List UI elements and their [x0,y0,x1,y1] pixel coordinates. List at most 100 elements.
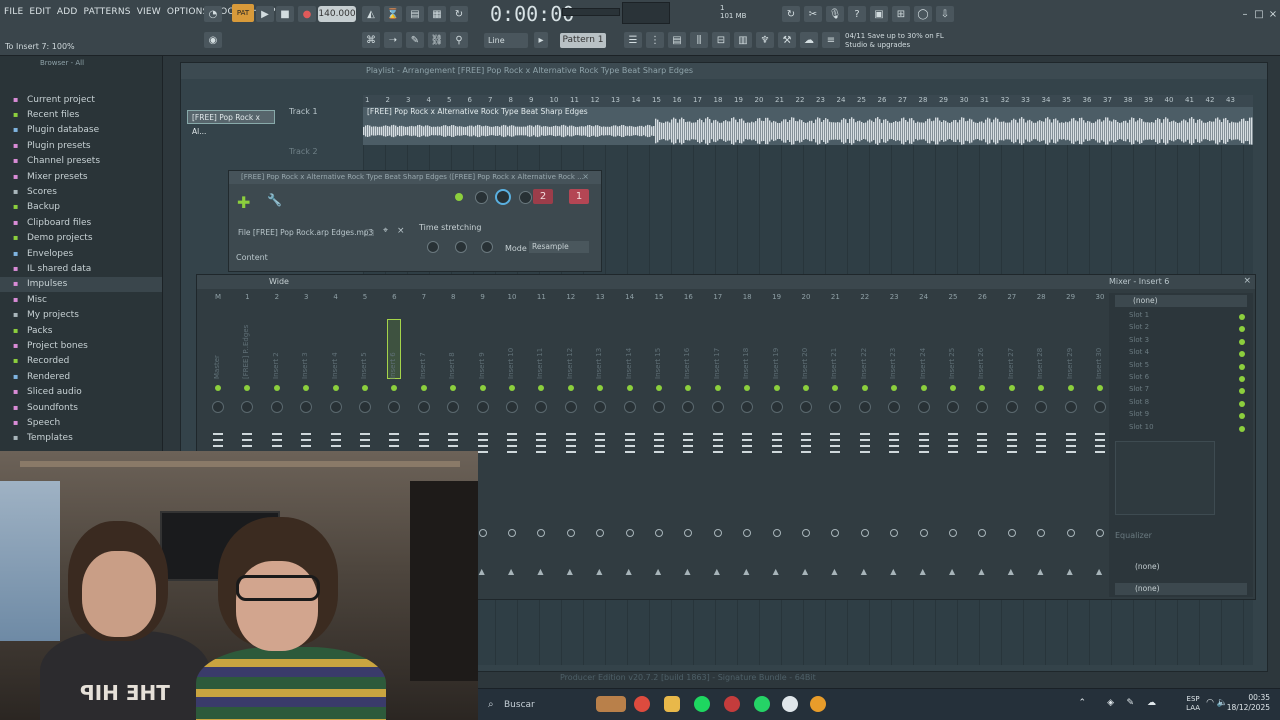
slot-enable-led[interactable] [1239,388,1245,395]
strip-pan-knob[interactable] [858,401,871,413]
strip-send-arrow-icon[interactable]: ▲ [978,567,984,576]
remove-file-icon[interactable]: × [397,226,405,236]
effect-slot[interactable]: Slot 2 [1115,323,1247,335]
strip-volume-fader[interactable] [624,433,635,457]
clip-source-tag[interactable]: [FREE] Pop Rock x Al... [187,110,275,136]
strip-send-arrow-icon[interactable]: ▲ [596,567,602,576]
strip-send-arrow-icon[interactable]: ▲ [714,567,720,576]
whatsapp-icon[interactable] [754,696,770,712]
browser-item-soundfonts[interactable]: ▪ Soundfonts [0,400,162,415]
strip-volume-fader[interactable] [1036,433,1047,457]
strip-pan-knob[interactable] [741,401,754,413]
strip-volume-fader[interactable] [565,433,576,457]
strip-volume-fader[interactable] [830,433,841,457]
master-pitch-icon[interactable]: ◔ [204,6,222,22]
channel-rack-icon[interactable]: ▤ [668,32,686,48]
slot-enable-led[interactable] [1239,400,1245,407]
strip-mute-led[interactable] [567,385,574,391]
strip-mute-led[interactable] [391,385,398,391]
strip-pan-knob[interactable] [329,401,342,413]
browser-item-current-project[interactable]: ▪ Current project [0,92,162,107]
slot-enable-led[interactable] [1239,326,1245,333]
browser-item-scores[interactable]: ▪ Scores [0,184,162,199]
effect-slot[interactable]: Slot 3 [1115,336,1247,348]
wifi-icon[interactable]: ◠ [1206,698,1214,708]
strip-mute-led[interactable] [773,385,780,391]
strip-pan-knob[interactable] [212,401,224,413]
help-icon[interactable]: ? [848,6,866,22]
menu-add[interactable]: ADD [57,7,78,17]
chat-icon[interactable]: ◯ [914,6,932,22]
mixer-strip[interactable]: 18 Insert 18 ▲ [734,293,760,593]
mixer-track-selector-b[interactable]: 1 [569,189,589,204]
strip-mute-led[interactable] [979,385,986,391]
strip-pan-knob[interactable] [682,401,695,413]
strip-send-arrow-icon[interactable]: ▲ [537,567,543,576]
browser-item-envelopes[interactable]: ▪ Envelopes [0,246,162,261]
mixer-strip[interactable]: 10 Insert 10 ▲ [499,293,525,593]
strip-pan-knob[interactable] [594,401,607,413]
effect-slot[interactable]: Slot 1 [1115,311,1247,323]
browser-item-project-bones[interactable]: ▪ Project bones [0,338,162,353]
effect-slot[interactable]: Slot 7 [1115,385,1247,397]
slot-enable-led[interactable] [1239,425,1245,432]
media-player-icon[interactable] [782,696,798,712]
browser-item-demo-projects[interactable]: ▪ Demo projects [0,231,162,246]
record-icon[interactable]: ● [298,6,316,22]
onedrive-icon[interactable]: ☁ [1147,698,1156,708]
pattern-selector[interactable]: Pattern 1 [560,33,606,48]
strip-volume-fader[interactable] [889,433,900,457]
strip-route-icon[interactable] [1037,529,1046,537]
mixer-strip[interactable]: 21 Insert 21 ▲ [822,293,848,593]
strip-pan-knob[interactable] [1005,401,1018,413]
strip-route-icon[interactable] [684,529,693,537]
strip-send-arrow-icon[interactable]: ▲ [626,567,632,576]
browser-item-misc[interactable]: ▪ Misc [0,292,162,307]
strip-pan-knob[interactable] [506,401,518,413]
mixer-strip[interactable]: 20 Insert 20 ▲ [793,293,819,593]
strip-pan-knob[interactable] [447,401,460,413]
pen-icon[interactable]: ✎ [1126,698,1134,708]
strip-pan-knob[interactable] [1064,401,1077,413]
strip-pan-knob[interactable] [1094,401,1106,413]
browser-item-plugin-database[interactable]: ▪ Plugin database [0,123,162,138]
strip-volume-fader[interactable] [801,433,811,457]
pitch-knob[interactable] [519,191,532,204]
strip-volume-fader[interactable] [948,433,958,457]
strip-volume-fader[interactable] [742,433,753,457]
strip-pan-knob[interactable] [564,401,577,413]
effect-slot[interactable]: Slot 8 [1115,398,1247,410]
mixer-strip[interactable]: 19 Insert 19 ▲ [764,293,790,593]
strip-volume-fader[interactable] [1006,433,1017,457]
strip-mute-led[interactable] [450,385,457,391]
strip-send-arrow-icon[interactable]: ▲ [920,567,926,576]
menu-view[interactable]: VIEW [137,7,161,17]
refresh-icon[interactable]: ↻ [782,6,800,22]
strip-mute-led[interactable] [832,385,839,391]
browser-item-packs[interactable]: ▪ Packs [0,323,162,338]
strip-mute-led[interactable] [656,385,662,391]
mixer-strip[interactable]: 27 Insert 27 ▲ [999,293,1025,593]
strip-route-icon[interactable] [860,529,869,537]
mixer-strip[interactable]: 29 Insert 29 ▲ [1058,293,1084,593]
strip-volume-fader[interactable] [1095,433,1105,457]
strip-send-arrow-icon[interactable]: ▲ [684,567,690,576]
strip-route-icon[interactable] [508,529,516,537]
tuner-icon[interactable]: ♆ [756,32,774,48]
mixer-strip[interactable]: 16 Insert 16 ▲ [675,293,701,593]
strip-pan-knob[interactable] [359,401,371,413]
browser-item-rendered[interactable]: ▪ Rendered [0,369,162,384]
effect-slot[interactable]: Slot 5 [1115,361,1247,373]
strip-mute-led[interactable] [303,385,310,391]
strip-route-icon[interactable] [802,529,810,537]
mic-icon[interactable]: 🎙 [826,6,844,22]
countdown-icon[interactable]: ▤ [406,6,424,22]
strip-send-arrow-icon[interactable]: ▲ [773,567,779,576]
mixer-strip[interactable]: 15 Insert 15 ▲ [646,293,672,593]
strip-pan-knob[interactable] [829,401,842,413]
tray-app-icon[interactable]: ◈ [1107,698,1114,708]
strip-mute-led[interactable] [538,385,545,391]
strip-volume-fader[interactable] [536,433,547,457]
browser-item-sliced-audio[interactable]: ▪ Sliced audio [0,384,162,399]
strip-volume-fader[interactable] [654,433,664,457]
